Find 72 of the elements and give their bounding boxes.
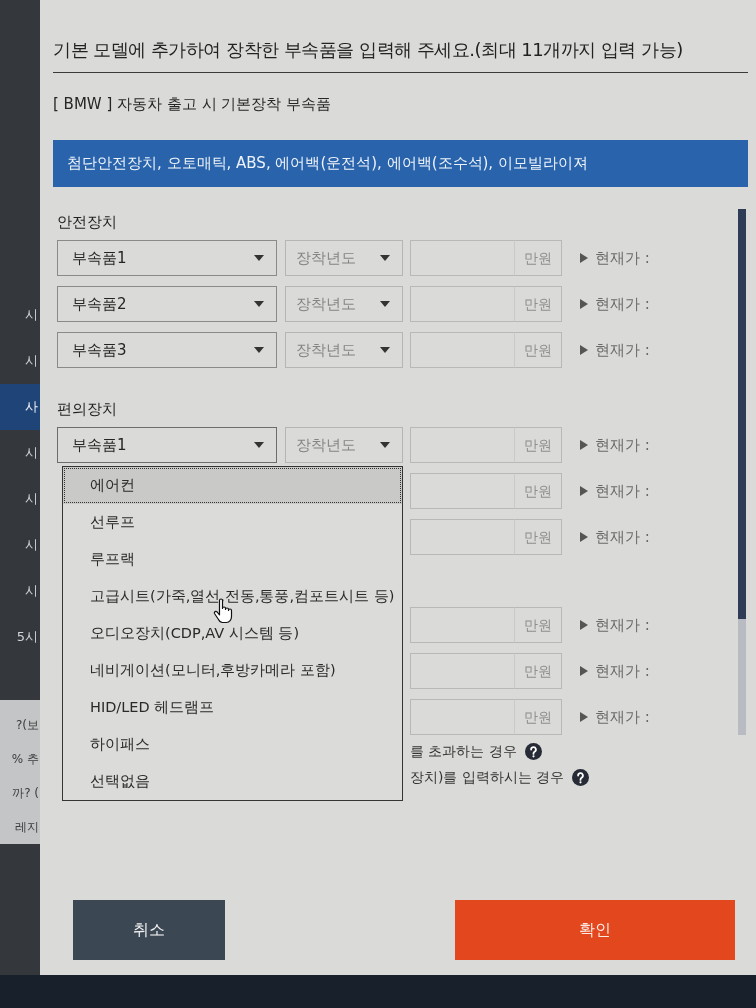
caret-down-icon	[254, 442, 264, 448]
caret-right-icon	[580, 666, 588, 676]
dropdown-option[interactable]: 에어컨	[63, 467, 402, 504]
current-price-label: 현재가 :	[595, 434, 650, 456]
background-text: 레지	[14, 819, 40, 836]
part-select[interactable]: 부속품2	[57, 286, 277, 322]
background-text: % 추	[10, 751, 40, 768]
current-price-label: 현재가 :	[595, 614, 650, 636]
background-text: ?(보	[14, 717, 40, 734]
unit-label: 만원	[514, 653, 562, 689]
caret-down-icon	[254, 301, 264, 307]
current-price-label: 현재가 :	[595, 339, 650, 361]
part-select[interactable]: 부속품1	[57, 427, 277, 463]
caret-down-icon	[254, 255, 264, 261]
note-text: 장치)를 입력하시는 경우	[410, 767, 565, 787]
preset-heading: [ BMW ] 자동차 출고 시 기본장착 부속품	[53, 94, 333, 115]
part-select[interactable]: 부속품1	[57, 240, 277, 276]
note-text: 를 초과하는 경우	[410, 741, 517, 761]
dropdown-option[interactable]: 오디오장치(CDP,AV 시스템 등)	[63, 615, 402, 652]
background-text: 시	[24, 582, 39, 600]
dropdown-option[interactable]: 하이패스	[63, 726, 402, 763]
caret-down-icon	[380, 301, 390, 307]
dropdown-option[interactable]: HID/LED 헤드램프	[63, 689, 402, 726]
background-text: 사	[0, 384, 40, 430]
current-price-label: 현재가 :	[595, 660, 650, 682]
caret-right-icon	[580, 712, 588, 722]
unit-label: 만원	[514, 240, 562, 276]
caret-right-icon	[580, 299, 588, 309]
caret-right-icon	[580, 440, 588, 450]
section-heading: 안전장치	[57, 213, 118, 232]
dialog-title: 기본 모델에 추가하여 장착한 부속품을 입력해 주세요.(최대 11개까지 입력 가능)	[53, 36, 748, 73]
background-text: 시	[24, 352, 39, 370]
unit-label: 만원	[514, 607, 562, 643]
background-text: 시	[24, 536, 39, 554]
unit-label: 만원	[514, 427, 562, 463]
unit-label: 만원	[514, 286, 562, 322]
caret-right-icon	[580, 620, 588, 630]
dropdown-option[interactable]: 선택없음	[63, 763, 402, 800]
current-price-label: 현재가 :	[595, 480, 650, 502]
caret-right-icon	[580, 532, 588, 542]
caret-down-icon	[380, 347, 390, 353]
caret-down-icon	[380, 442, 390, 448]
dropdown-option[interactable]: 선루프	[63, 504, 402, 541]
scrollbar-thumb[interactable]	[738, 209, 746, 620]
current-price-label: 현재가 :	[595, 706, 650, 728]
background-text: 시	[24, 444, 39, 462]
unit-label: 만원	[514, 473, 562, 509]
current-price-label: 현재가 :	[595, 526, 650, 548]
preset-banner: 첨단안전장치, 오토매틱, ABS, 에어백(운전석), 에어백(조수석), 이모빌라이져	[53, 140, 748, 187]
help-icon[interactable]	[524, 742, 542, 760]
background-text: 시	[24, 306, 39, 324]
caret-down-icon	[380, 255, 390, 261]
background-text: 5시	[15, 628, 39, 646]
unit-label: 만원	[514, 699, 562, 735]
background-text: 까? (	[11, 785, 40, 802]
dropdown-option[interactable]: 루프랙	[63, 541, 402, 578]
current-price-label: 현재가 :	[595, 247, 650, 269]
unit-label: 만원	[514, 519, 562, 555]
current-price-label: 현재가 :	[595, 293, 650, 315]
dropdown-option[interactable]: 고급시트(가죽,열선,전동,통풍,컴포트시트 등)	[63, 578, 402, 615]
confirm-button[interactable]: 확인	[455, 900, 735, 960]
part-select[interactable]: 부속품3	[57, 332, 277, 368]
help-icon[interactable]	[572, 768, 590, 786]
dropdown-option[interactable]: 네비게이션(모니터,후방카메라 포함)	[63, 652, 402, 689]
caret-down-icon	[254, 347, 264, 353]
caret-right-icon	[580, 486, 588, 496]
unit-label: 만원	[514, 332, 562, 368]
section-heading: 편의장치	[57, 400, 118, 419]
background-text: 시	[24, 490, 39, 508]
caret-right-icon	[580, 253, 588, 263]
cancel-button[interactable]: 취소	[73, 900, 225, 960]
caret-right-icon	[580, 345, 588, 355]
